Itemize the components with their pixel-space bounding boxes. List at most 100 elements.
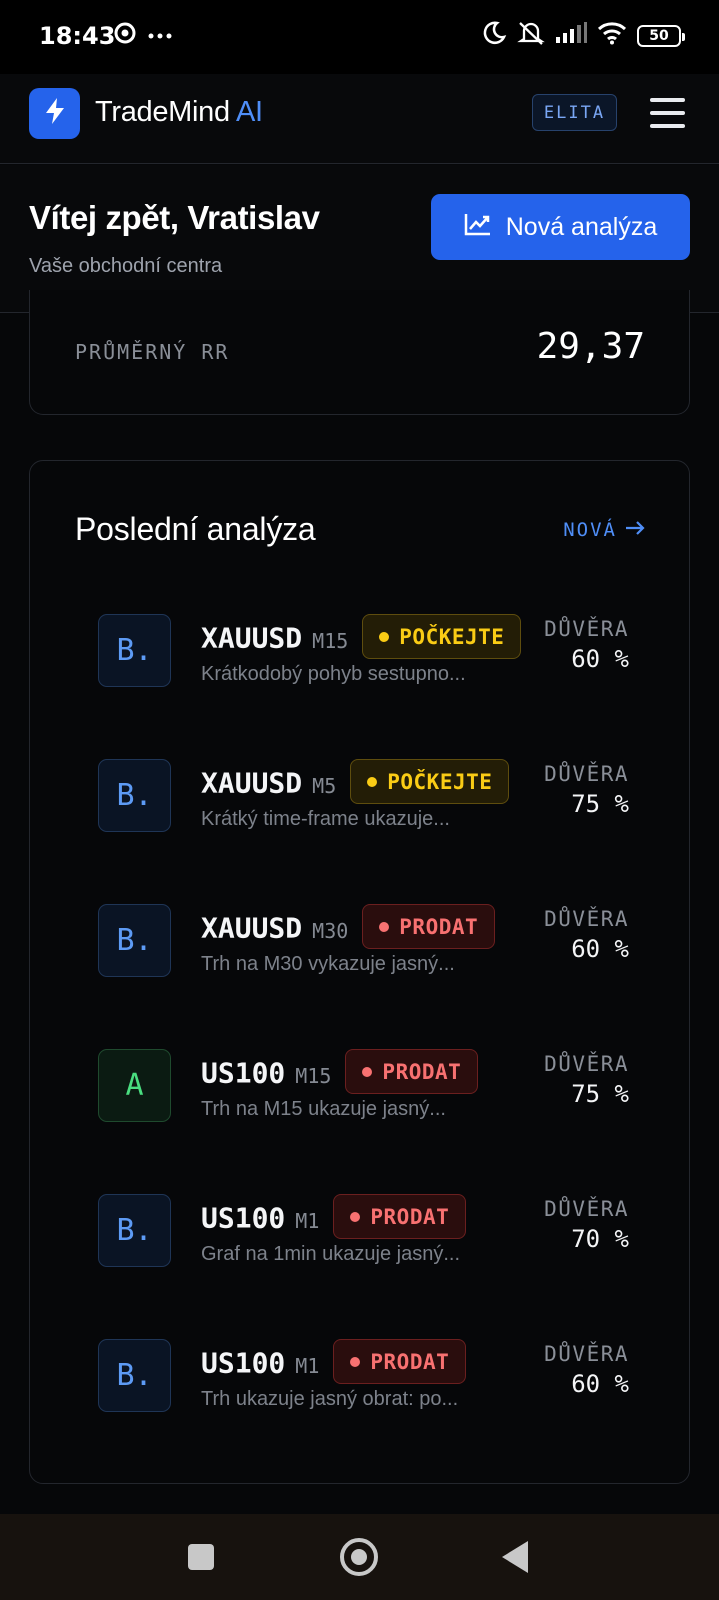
analysis-row[interactable]: B. XAUUSD M30 PRODAT Trh na M30 vykazuje j… bbox=[30, 901, 691, 1046]
confidence-label: DŮVĚRA bbox=[544, 762, 629, 786]
symbol: XAUUSD bbox=[201, 911, 303, 945]
grade-badge: A bbox=[98, 1049, 171, 1122]
analysis-row[interactable]: A US100 M15 PRODAT Trh na M15 ukazuje jasn… bbox=[30, 1046, 691, 1191]
confidence-value: 60 % bbox=[571, 1370, 629, 1398]
symbol: XAUUSD bbox=[201, 766, 303, 800]
analysis-header: US100 M1 PRODAT bbox=[201, 1339, 467, 1387]
signal-label: POČKEJTE bbox=[399, 624, 505, 649]
confidence-block: DŮVĚRA 70 % bbox=[544, 1197, 629, 1253]
timeframe: M15 bbox=[295, 1063, 332, 1088]
new-analysis-label: Nová analýza bbox=[505, 212, 658, 241]
status-bar: 18:43 50 bbox=[0, 0, 719, 74]
signal-label: PRODAT bbox=[382, 1059, 462, 1084]
analysis-header: XAUUSD M15 POČKEJTE bbox=[201, 614, 522, 662]
arrow-right-icon bbox=[625, 519, 645, 541]
hamburger-icon[interactable] bbox=[650, 98, 685, 128]
signal-icon bbox=[555, 22, 587, 49]
grade-badge: B. bbox=[98, 1194, 171, 1267]
chrome-icon bbox=[114, 22, 136, 49]
avg-rr-card: PRŮMĚRNÝ RR 29,37 bbox=[29, 290, 690, 415]
analysis-row[interactable]: B. XAUUSD M15 POČKEJTE Krátkodobý pohyb se… bbox=[30, 611, 691, 756]
chart-line-icon bbox=[464, 212, 492, 243]
recents-button[interactable] bbox=[188, 1544, 214, 1570]
status-time: 18:43 bbox=[39, 22, 116, 50]
confidence-value: 60 % bbox=[571, 645, 629, 673]
moon-icon bbox=[481, 20, 507, 51]
analysis-description: Trh ukazuje jasný obrat: po... bbox=[201, 1388, 459, 1410]
confidence-label: DŮVĚRA bbox=[544, 907, 629, 931]
grade-badge: B. bbox=[98, 904, 171, 977]
welcome-title: Vítej zpět, Vratislav bbox=[29, 199, 320, 236]
timeframe: M1 bbox=[295, 1353, 320, 1378]
analysis-row[interactable]: B. US100 M1 PRODAT Graf na 1min ukazuje ja… bbox=[30, 1191, 691, 1336]
new-analysis-button[interactable]: Nová analýza bbox=[431, 194, 690, 260]
system-nav-bar bbox=[0, 1514, 719, 1600]
grade-badge: B. bbox=[98, 1339, 171, 1412]
grade-badge: B. bbox=[98, 614, 171, 687]
signal-dot-icon bbox=[379, 631, 390, 642]
more-dots-icon bbox=[148, 27, 172, 45]
timeframe: M5 bbox=[312, 773, 337, 798]
confidence-block: DŮVĚRA 60 % bbox=[544, 907, 629, 963]
symbol: US100 bbox=[201, 1201, 286, 1235]
analysis-description: Trh na M15 ukazuje jasný... bbox=[201, 1098, 446, 1120]
brand-name: TradeMind bbox=[95, 96, 230, 128]
battery-icon: 50 bbox=[637, 24, 685, 47]
new-analysis-link[interactable]: NOVÁ bbox=[563, 519, 645, 541]
signal-label: POČKEJTE bbox=[387, 769, 493, 794]
signal-dot-icon bbox=[350, 1356, 361, 1367]
signal-badge: POČKEJTE bbox=[362, 614, 522, 659]
app-logo[interactable] bbox=[29, 88, 80, 139]
confidence-label: DŮVĚRA bbox=[544, 1342, 629, 1366]
symbol: US100 bbox=[201, 1346, 286, 1380]
analysis-list: B. XAUUSD M15 POČKEJTE Krátkodobý pohyb se… bbox=[30, 611, 691, 1481]
confidence-block: DŮVĚRA 60 % bbox=[544, 1342, 629, 1398]
wifi-icon bbox=[597, 21, 627, 50]
grade-badge: B. bbox=[98, 759, 171, 832]
confidence-block: DŮVĚRA 75 % bbox=[544, 1052, 629, 1108]
analysis-description: Krátký time-frame ukazuje... bbox=[201, 808, 450, 830]
symbol: US100 bbox=[201, 1056, 286, 1090]
new-link-label: NOVÁ bbox=[563, 519, 617, 541]
confidence-value: 70 % bbox=[571, 1225, 629, 1253]
confidence-block: DŮVĚRA 75 % bbox=[544, 762, 629, 818]
confidence-label: DŮVĚRA bbox=[544, 617, 629, 641]
signal-dot-icon bbox=[379, 921, 390, 932]
back-button[interactable] bbox=[502, 1541, 528, 1573]
analysis-row[interactable]: B. XAUUSD M5 POČKEJTE Krátký time-frame uk… bbox=[30, 756, 691, 901]
timeframe: M30 bbox=[312, 918, 349, 943]
analysis-row[interactable]: B. US100 M1 PRODAT Trh ukazuje jasný obrat… bbox=[30, 1336, 691, 1481]
signal-dot-icon bbox=[362, 1066, 373, 1077]
confidence-value: 60 % bbox=[571, 935, 629, 963]
signal-badge: PRODAT bbox=[333, 1339, 467, 1384]
analysis-description: Graf na 1min ukazuje jasný... bbox=[201, 1243, 461, 1265]
confidence-label: DŮVĚRA bbox=[544, 1197, 629, 1221]
mute-icon bbox=[517, 20, 545, 51]
analysis-description: Trh na M30 vykazuje jasný... bbox=[201, 953, 455, 975]
timeframe: M1 bbox=[295, 1208, 320, 1233]
home-button[interactable] bbox=[340, 1538, 378, 1576]
signal-badge: PRODAT bbox=[362, 904, 496, 949]
signal-dot-icon bbox=[367, 776, 378, 787]
timeframe: M15 bbox=[312, 628, 349, 653]
confidence-block: DŮVĚRA 60 % bbox=[544, 617, 629, 673]
signal-label: PRODAT bbox=[370, 1204, 450, 1229]
analysis-header: US100 M15 PRODAT bbox=[201, 1049, 479, 1097]
confidence-value: 75 % bbox=[571, 1080, 629, 1108]
symbol: XAUUSD bbox=[201, 621, 303, 655]
analysis-header: XAUUSD M30 PRODAT bbox=[201, 904, 496, 952]
confidence-label: DŮVĚRA bbox=[544, 1052, 629, 1076]
avg-rr-label: PRŮMĚRNÝ RR bbox=[75, 340, 230, 364]
app-brand: TradeMind AI bbox=[95, 96, 263, 129]
welcome-subtitle: Vaše obchodní centra bbox=[29, 255, 223, 277]
signal-dot-icon bbox=[350, 1211, 361, 1222]
confidence-value: 75 % bbox=[571, 790, 629, 818]
signal-badge: POČKEJTE bbox=[350, 759, 510, 804]
recent-title: Poslední analýza bbox=[75, 511, 316, 547]
lightning-icon bbox=[44, 97, 66, 130]
brand-accent: AI bbox=[236, 96, 263, 128]
signal-badge: PRODAT bbox=[345, 1049, 479, 1094]
signal-badge: PRODAT bbox=[333, 1194, 467, 1239]
app-header: TradeMind AI ELITA bbox=[0, 74, 719, 164]
analysis-description: Krátkodobý pohyb sestupno... bbox=[201, 663, 466, 685]
